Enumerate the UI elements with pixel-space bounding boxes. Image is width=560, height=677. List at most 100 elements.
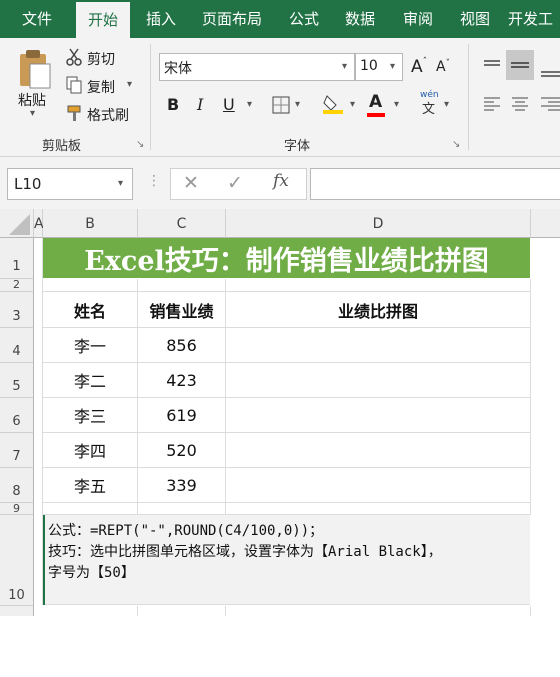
tab-formulas[interactable]: 公式 — [280, 0, 328, 38]
cut-icon[interactable] — [66, 48, 82, 70]
bold-button[interactable]: B — [167, 95, 179, 114]
font-size-select[interactable]: 10 ▾ — [355, 53, 403, 81]
cell[interactable] — [43, 279, 138, 292]
phonetic-dropdown-icon[interactable]: ▾ — [444, 99, 449, 110]
row-header-6[interactable]: 6 — [0, 398, 34, 433]
tab-data[interactable]: 数据 — [334, 0, 386, 38]
table-row-sales[interactable]: 339 — [138, 468, 226, 503]
row-header-3[interactable]: 3 — [0, 292, 34, 328]
cancel-icon[interactable]: ✕ — [183, 172, 199, 194]
grow-font-button[interactable]: Aˆ — [411, 57, 427, 77]
row-header-2[interactable]: 2 — [0, 279, 34, 292]
align-center-icon[interactable] — [511, 96, 529, 116]
fill-color-icon[interactable] — [322, 93, 344, 119]
cell[interactable] — [226, 279, 531, 292]
row-header-1[interactable]: 1 — [0, 238, 34, 279]
chevron-down-icon[interactable]: ▾ — [342, 61, 347, 72]
select-all-corner[interactable] — [0, 209, 34, 238]
copy-button[interactable]: 复制 — [87, 77, 115, 97]
table-row-sales[interactable]: 619 — [138, 398, 226, 433]
borders-icon[interactable] — [272, 96, 290, 118]
table-row-chart[interactable] — [226, 328, 531, 363]
format-painter-icon[interactable] — [66, 104, 82, 126]
header-chart[interactable]: 业绩比拼图 — [226, 292, 531, 328]
cell[interactable] — [43, 606, 138, 616]
cell[interactable] — [138, 279, 226, 292]
table-row-name[interactable]: 李一 — [43, 328, 138, 363]
tab-page-layout[interactable]: 页面布局 — [192, 0, 272, 38]
borders-dropdown-icon[interactable]: ▾ — [295, 99, 300, 110]
table-row-chart[interactable] — [226, 398, 531, 433]
cell[interactable] — [43, 503, 138, 515]
tab-view[interactable]: 视图 — [449, 0, 501, 38]
align-right-icon[interactable] — [540, 96, 560, 116]
align-bottom-icon[interactable] — [540, 66, 560, 85]
tab-review[interactable]: 审阅 — [392, 0, 444, 38]
copy-dropdown-icon[interactable]: ▾ — [127, 79, 132, 90]
table-row-sales[interactable]: 423 — [138, 363, 226, 398]
table-row-chart[interactable] — [226, 433, 531, 468]
column-header-d[interactable]: D — [226, 209, 531, 238]
column-header-e[interactable] — [531, 209, 560, 238]
format-painter-button[interactable]: 格式刷 — [87, 105, 129, 125]
formula-input[interactable] — [310, 168, 560, 200]
shrink-font-button[interactable]: Aˇ — [436, 59, 450, 75]
cell[interactable] — [138, 503, 226, 515]
tab-file[interactable]: 文件 — [6, 0, 68, 38]
table-row-name[interactable]: 李三 — [43, 398, 138, 433]
paste-icon[interactable] — [14, 48, 54, 92]
clipboard-launcher-icon[interactable]: ↘ — [136, 139, 144, 150]
name-box[interactable]: L10 ▾ — [7, 168, 133, 200]
column-header-a[interactable]: A — [34, 209, 44, 238]
underline-dropdown-icon[interactable]: ▾ — [247, 99, 252, 110]
tab-developer[interactable]: 开发工 — [508, 0, 560, 38]
table-row-name[interactable]: 李五 — [43, 468, 138, 503]
formula-note[interactable]: 公式：=REPT("-",ROUND(C4/100,0))； 技巧：选中比拼图单… — [43, 515, 530, 605]
header-name[interactable]: 姓名 — [43, 292, 138, 328]
phonetic-guide-icon[interactable]: 文 — [420, 100, 438, 120]
column-header-c[interactable]: C — [138, 209, 226, 238]
active-cell-indicator — [43, 515, 45, 605]
row-header-11[interactable] — [0, 606, 34, 616]
column-a-cells[interactable] — [34, 238, 43, 605]
sheet-title[interactable]: Excel技巧：制作销售业绩比拼图 — [43, 238, 530, 278]
paste-dropdown-icon[interactable]: ▾ — [30, 108, 35, 119]
column-e-cells[interactable] — [531, 238, 560, 605]
insert-function-icon[interactable]: fx — [273, 171, 289, 191]
font-color-dropdown-icon[interactable]: ▾ — [394, 99, 399, 110]
align-middle-icon[interactable] — [506, 50, 534, 80]
header-sales[interactable]: 销售业绩 — [138, 292, 226, 328]
tab-home[interactable]: 开始 — [76, 2, 130, 38]
row-header-7[interactable]: 7 — [0, 433, 34, 468]
row-header-5[interactable]: 5 — [0, 363, 34, 398]
table-row-name[interactable]: 李四 — [43, 433, 138, 468]
chevron-down-icon[interactable]: ▾ — [118, 178, 123, 189]
chevron-down-icon[interactable]: ▾ — [390, 61, 395, 72]
table-row-name[interactable]: 李二 — [43, 363, 138, 398]
fill-color-dropdown-icon[interactable]: ▾ — [350, 99, 355, 110]
row-header-9[interactable]: 9 — [0, 503, 34, 515]
table-row-chart[interactable] — [226, 468, 531, 503]
row-header-4[interactable]: 4 — [0, 328, 34, 363]
tab-insert[interactable]: 插入 — [134, 0, 188, 38]
row-header-10[interactable]: 10 — [0, 515, 34, 606]
font-name-select[interactable]: 宋体 ▾ — [159, 53, 355, 81]
table-row-sales[interactable]: 856 — [138, 328, 226, 363]
table-row-chart[interactable] — [226, 363, 531, 398]
cut-button[interactable]: 剪切 — [87, 49, 115, 69]
cell[interactable] — [138, 606, 226, 616]
cell[interactable] — [226, 606, 531, 616]
underline-button[interactable]: U — [223, 95, 235, 114]
table-row-sales[interactable]: 520 — [138, 433, 226, 468]
font-color-button[interactable]: A — [369, 92, 382, 112]
cell[interactable] — [226, 503, 531, 515]
align-top-icon[interactable] — [483, 58, 501, 78]
copy-icon[interactable] — [66, 76, 82, 98]
column-header-b[interactable]: B — [43, 209, 138, 238]
font-launcher-icon[interactable]: ↘ — [452, 139, 460, 150]
italic-button[interactable]: I — [197, 95, 203, 114]
align-left-icon[interactable] — [483, 96, 501, 116]
row-header-8[interactable]: 8 — [0, 468, 34, 503]
enter-icon[interactable]: ✓ — [227, 172, 243, 194]
paste-button[interactable]: 粘贴 — [18, 90, 46, 110]
